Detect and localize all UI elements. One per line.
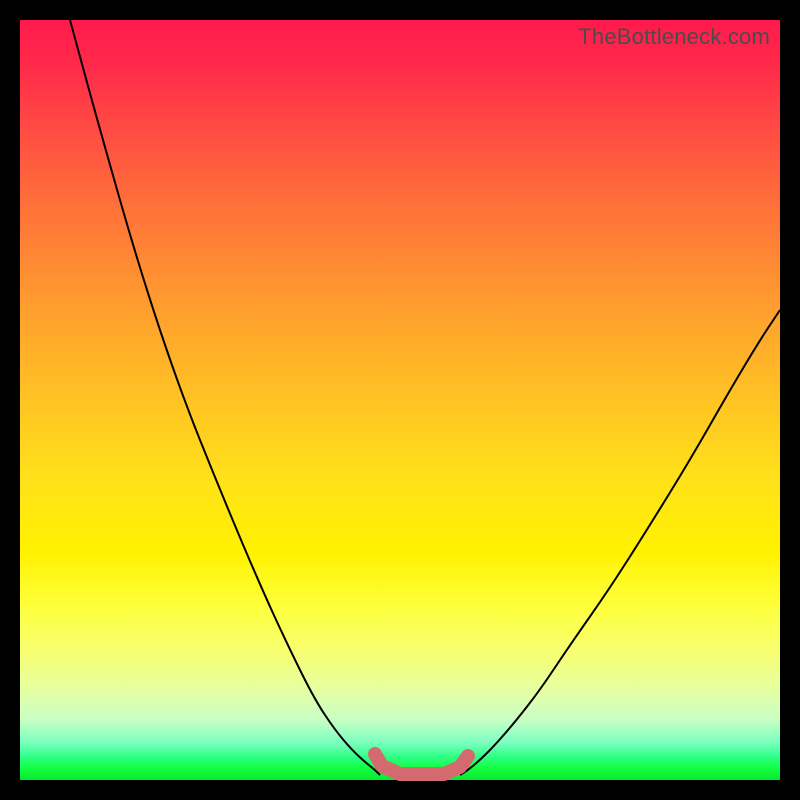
curve-right-branch xyxy=(460,310,780,775)
plot-area: TheBottleneck.com xyxy=(20,20,780,780)
curve-left-branch xyxy=(70,20,380,775)
bottom-marker xyxy=(375,754,468,774)
chart-svg xyxy=(20,20,780,780)
outer-frame: TheBottleneck.com xyxy=(0,0,800,800)
